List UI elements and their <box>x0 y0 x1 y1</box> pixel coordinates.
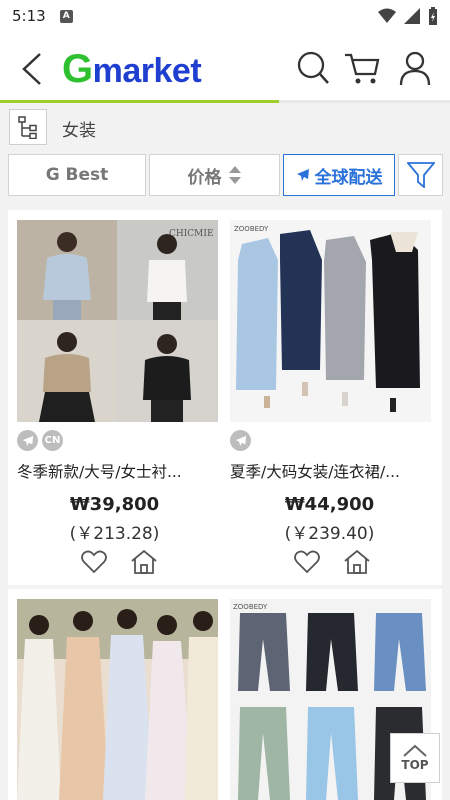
search-icon[interactable] <box>296 50 330 86</box>
chevron-up-icon <box>403 744 427 757</box>
product-image-brand-text: ZOOBEDY <box>234 225 269 233</box>
plane-icon <box>230 430 251 451</box>
heart-icon[interactable] <box>293 548 321 576</box>
battery-icon <box>429 7 437 25</box>
product-title[interactable]: 冬季新款/大号/女士衬... <box>17 460 217 482</box>
product-image-brand-text: CHICMIE <box>169 229 214 239</box>
app-indicator-icon: A <box>59 9 73 23</box>
sort-arrows-icon <box>228 166 241 184</box>
status-bar: 5:13 A <box>0 0 450 32</box>
user-icon[interactable] <box>398 50 432 86</box>
product-image[interactable] <box>17 599 218 800</box>
status-time: 5:13 <box>12 7 46 25</box>
store-home-icon[interactable] <box>343 548 371 576</box>
product-price: ₩44,900 <box>284 494 375 515</box>
signal-icon <box>404 8 420 24</box>
cn-badge-icon: CN <box>42 430 63 451</box>
price-sort-button[interactable]: 价格 <box>149 154 280 196</box>
gmarket-logo[interactable]: Gmarket <box>62 47 202 92</box>
category-label[interactable]: 女装 <box>62 116 96 141</box>
cart-icon[interactable] <box>344 50 380 86</box>
product-card[interactable]: CHICMIE CN 冬季新款/大号/女士衬... ₩39,800 (￥213.… <box>8 210 221 585</box>
plane-icon <box>296 169 309 181</box>
g-best-filter-button[interactable]: G Best <box>8 154 146 196</box>
filter-bar: G Best 价格 全球配送 <box>0 151 450 205</box>
plane-icon <box>17 430 38 451</box>
category-tree-icon <box>18 116 37 139</box>
app-header: Gmarket <box>0 32 450 102</box>
wifi-icon <box>378 8 396 23</box>
back-icon[interactable] <box>18 52 48 86</box>
product-image[interactable]: CHICMIE <box>17 220 218 422</box>
product-title[interactable]: 夏季/大码女装/连衣裙/... <box>230 460 430 482</box>
category-row: 女装 <box>0 103 450 151</box>
product-badges: CN <box>17 430 63 451</box>
product-image[interactable]: ZOOBEDY <box>230 220 431 422</box>
scroll-to-top-button[interactable]: TOP <box>390 733 440 783</box>
product-price: ₩39,800 <box>69 494 160 515</box>
filter-button[interactable] <box>398 154 443 196</box>
category-tree-button[interactable] <box>9 109 47 145</box>
filter-funnel-icon <box>406 162 435 188</box>
product-card[interactable] <box>8 589 221 800</box>
product-image-brand-text: ZOOBEDY <box>233 603 268 611</box>
global-shipping-button[interactable]: 全球配送 <box>283 154 395 196</box>
store-home-icon[interactable] <box>130 548 158 576</box>
heart-icon[interactable] <box>80 548 108 576</box>
product-converted-price: (￥213.28) <box>69 524 160 544</box>
product-badges <box>230 430 251 451</box>
product-card[interactable]: ZOOBEDY 夏季/大码女装/连衣裙/... ₩44,900 (￥239.40… <box>221 210 442 585</box>
product-grid: CHICMIE CN 冬季新款/大号/女士衬... ₩39,800 (￥213.… <box>0 205 450 800</box>
product-converted-price: (￥239.40) <box>284 524 375 544</box>
